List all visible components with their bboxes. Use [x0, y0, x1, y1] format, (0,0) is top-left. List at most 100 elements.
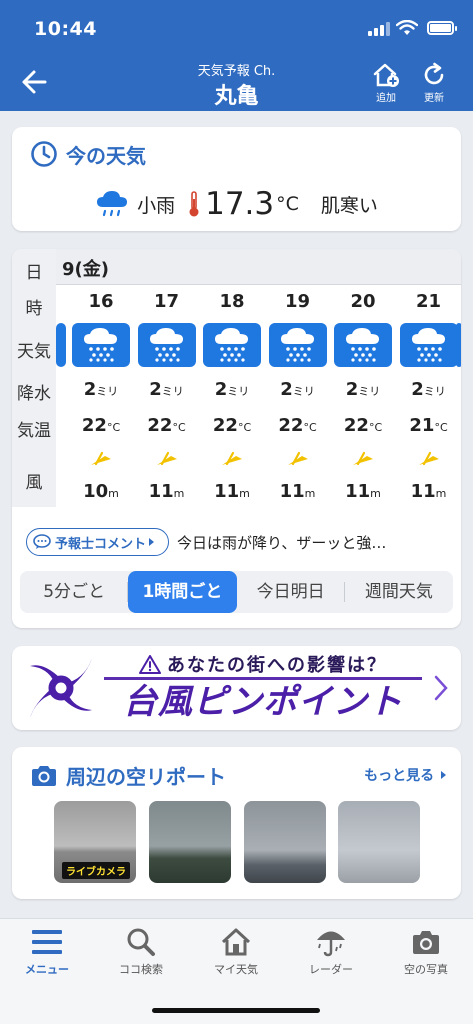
refresh-button[interactable]: 更新: [414, 62, 454, 104]
tab-search[interactable]: ココ検索: [94, 927, 188, 977]
sky-photo-4[interactable]: [338, 801, 420, 883]
heavy-rain-icon: [346, 328, 379, 362]
battery-icon: [427, 21, 457, 35]
tab-sky-photos[interactable]: 空の写真: [379, 927, 473, 977]
heavy-rain-icon: [215, 328, 248, 362]
status-bar: 10:44: [0, 0, 473, 58]
sky-report-heading: 周辺の空リポート: [30, 761, 226, 790]
sky-photo-3[interactable]: [244, 801, 326, 883]
wind-direction-icon: [222, 451, 242, 466]
umbrella-icon: [317, 931, 345, 957]
interval-segmented-control: 5分ごと 1時間ごと 今日明日 週間天気: [20, 571, 453, 613]
typhoon-icon: [30, 658, 92, 718]
weather-box: [137, 323, 196, 367]
sky-report-card: 周辺の空リポート もっと見る ライブカメラ: [12, 747, 461, 899]
menu-icon: [32, 930, 62, 954]
current-weather-card: 今の天気 小雨 17.3 °C 肌寒い: [12, 127, 461, 231]
status-time: 10:44: [34, 18, 97, 40]
wind-speed: 10m: [83, 481, 119, 502]
current-weather-heading: 今の天気: [30, 139, 146, 169]
hour-temperature: 22°C: [212, 415, 252, 436]
date-row: 9(金): [56, 249, 461, 285]
home-add-icon: [373, 63, 399, 87]
hour-column: 19 2ミリ 22°C 11m: [265, 285, 331, 507]
current-condition: 小雨: [137, 194, 176, 217]
heavy-rain-icon: [84, 328, 117, 362]
segment-5min[interactable]: 5分ごと: [20, 571, 129, 613]
banner-top-text: あなたの街への影響は？: [167, 654, 387, 676]
weather-box: [334, 323, 392, 367]
forecaster-comment-row[interactable]: 予報士コメント 今日は雨が降り、ザーッと強…: [26, 527, 448, 557]
tab-radar-label: レーダー: [309, 963, 353, 976]
temperature-unit: °C: [276, 193, 299, 215]
weather-box-partial-right: [456, 323, 461, 367]
tab-search-label: ココ検索: [119, 963, 163, 976]
cellular-icon: [368, 22, 390, 36]
hourly-forecast-card: 日 時 天気 降水 気温 風 9(金) 16 2ミリ 22°C 10m 17 2ミリ 22°…: [12, 249, 461, 628]
wind-direction-icon: [353, 451, 373, 466]
row-labels: 日 時 天気 降水 気温 風: [12, 249, 56, 507]
wind-speed: 11m: [410, 481, 447, 502]
chevron-right-icon: [149, 538, 155, 546]
sky-photo-2[interactable]: [149, 801, 231, 883]
rain-amount: 2ミリ: [411, 379, 446, 400]
hour-temperature: 21°C: [409, 415, 448, 436]
chevron-right-icon: [441, 771, 446, 779]
forecaster-comment-button[interactable]: 予報士コメント: [26, 528, 170, 556]
add-location-button[interactable]: 追加: [366, 62, 406, 104]
weather-box: [399, 323, 458, 367]
label-rain: 降水: [17, 384, 51, 404]
wind-speed: 11m: [148, 481, 185, 502]
home-icon: [221, 928, 251, 956]
wind-speed: 11m: [214, 481, 250, 502]
tab-radar[interactable]: レーダー: [284, 927, 378, 977]
hour-column: 18 2ミリ 22°C 11m: [199, 285, 265, 507]
weather-box-partial-left: [56, 323, 66, 367]
label-day: 日: [25, 263, 43, 283]
label-hour: 時: [25, 299, 43, 319]
segment-today-tomorrow[interactable]: 今日明日: [237, 571, 346, 613]
label-temp: 気温: [17, 421, 51, 441]
feels-like: 肌寒い: [320, 194, 378, 217]
heavy-rain-icon: [411, 328, 445, 362]
weather-box: [268, 323, 327, 367]
tab-sky-photos-label: 空の写真: [404, 963, 448, 976]
heavy-rain-icon: [280, 328, 314, 362]
camera-icon: [32, 765, 56, 786]
rain-amount: 2ミリ: [280, 379, 315, 400]
live-camera-badge: ライブカメラ: [62, 862, 130, 879]
hour-label: 16: [88, 291, 114, 312]
add-label: 追加: [376, 93, 396, 104]
weather-box: [72, 323, 130, 367]
tab-my-weather[interactable]: マイ天気: [189, 927, 283, 977]
tab-menu[interactable]: メニュー: [0, 927, 94, 977]
wind-speed: 11m: [345, 481, 381, 502]
hour-label: 18: [219, 291, 245, 312]
comment-button-label: 予報士コメント: [55, 536, 147, 552]
refresh-icon: [424, 62, 444, 85]
label-weather: 天気: [17, 342, 51, 362]
wind-speed: 11m: [279, 481, 316, 502]
hour-label: 17: [153, 291, 180, 312]
chevron-right-icon: [434, 675, 448, 701]
search-icon: [127, 928, 155, 956]
forecast-date: 9(金): [62, 259, 109, 280]
banner-headline: あなたの街への影響は？: [104, 650, 422, 680]
sky-photo-1[interactable]: ライブカメラ: [54, 801, 136, 883]
weather-box: [203, 323, 261, 367]
segment-1hour[interactable]: 1時間ごと: [128, 571, 237, 613]
typhoon-pinpoint-banner[interactable]: あなたの街への影響は？ 台風ピンポイント: [12, 646, 461, 730]
segment-weekly[interactable]: 週間天気: [345, 571, 453, 613]
heavy-rain-icon: [149, 328, 183, 362]
hour-column: 16 2ミリ 22°C 10m: [68, 285, 134, 507]
hour-label: 20: [350, 291, 376, 312]
wind-direction-icon: [156, 451, 177, 466]
hour-column: 21 2ミリ 21°C 11m: [396, 285, 462, 507]
see-more-link[interactable]: もっと見る: [364, 765, 447, 785]
clock-icon: [31, 141, 57, 167]
label-wind: 風: [25, 473, 43, 493]
sky-report-title: 周辺の空リポート: [66, 765, 226, 789]
wifi-icon: [396, 20, 418, 35]
hour-label: 19: [284, 291, 311, 312]
tab-menu-label: メニュー: [25, 963, 69, 976]
